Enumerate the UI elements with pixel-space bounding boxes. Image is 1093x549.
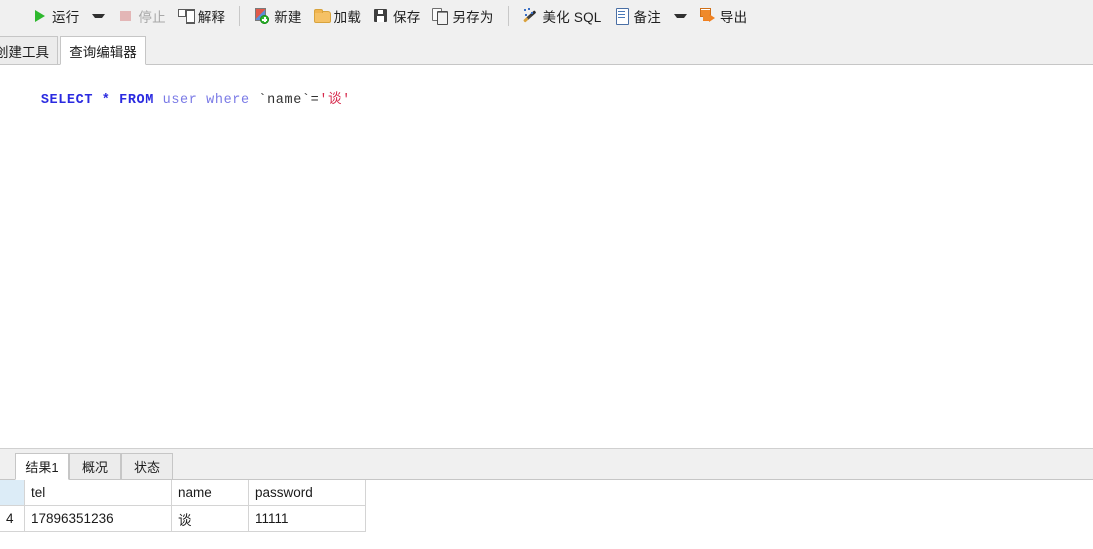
main-toolbar: 运行 停止 解释 新建 加载 保存 另存为 美化 SQL 备注 导出 bbox=[0, 0, 1093, 32]
save-as-button[interactable]: 另存为 bbox=[427, 3, 498, 29]
save-button[interactable]: 保存 bbox=[368, 3, 425, 29]
column-header-password[interactable]: password bbox=[248, 480, 366, 506]
note-button-label: 备注 bbox=[633, 10, 661, 25]
tab-query-editor-label: 查询编辑器 bbox=[69, 44, 137, 60]
cell-tel[interactable]: 17896351236 bbox=[24, 505, 172, 532]
play-icon bbox=[32, 8, 48, 24]
result-table-header: tel name password bbox=[0, 480, 366, 506]
column-header-name[interactable]: name bbox=[171, 480, 249, 506]
result-table-body: 4 17896351236 谈 11111 bbox=[0, 505, 366, 532]
tab-create-tool[interactable]: 创建工具 bbox=[0, 36, 58, 65]
sql-space-3 bbox=[154, 93, 163, 108]
tab-status[interactable]: 状态 bbox=[121, 453, 173, 480]
sql-token-column: `name` bbox=[258, 93, 311, 108]
sql-token-string: '谈' bbox=[319, 93, 351, 108]
folder-open-icon bbox=[313, 8, 331, 24]
tab-profile[interactable]: 概况 bbox=[69, 453, 121, 480]
stop-button-label: 停止 bbox=[138, 10, 166, 25]
top-tab-strip: 创建工具 查询编辑器 bbox=[0, 32, 1093, 65]
sql-token-from: FROM bbox=[119, 93, 154, 108]
save-as-button-label: 另存为 bbox=[452, 10, 494, 25]
tab-result1[interactable]: 结果1 bbox=[15, 453, 69, 480]
stop-square-icon bbox=[118, 8, 134, 24]
note-dropdown-caret-icon[interactable] bbox=[673, 14, 687, 18]
result-grid[interactable]: tel name password 4 17896351236 谈 11111 bbox=[0, 480, 1093, 549]
table-header-row: tel name password bbox=[0, 480, 366, 506]
tab-profile-label: 概况 bbox=[81, 460, 108, 475]
copy-pages-icon bbox=[432, 8, 449, 25]
result-tab-strip: 结果1 概况 状态 bbox=[0, 451, 1093, 480]
sql-space-1 bbox=[93, 93, 102, 108]
tab-create-tool-label: 创建工具 bbox=[0, 44, 49, 60]
column-header-tel[interactable]: tel bbox=[24, 480, 172, 506]
sql-token-table: user bbox=[162, 93, 198, 108]
cell-password[interactable]: 11111 bbox=[248, 505, 366, 532]
explain-plan-icon bbox=[177, 8, 195, 24]
row-header-corner[interactable] bbox=[0, 480, 25, 506]
sql-token-select: SELECT bbox=[40, 93, 94, 108]
new-button[interactable]: 新建 bbox=[249, 3, 306, 29]
sql-space-2 bbox=[110, 93, 119, 108]
sql-space-4 bbox=[197, 93, 206, 108]
toolbar-separator-1 bbox=[239, 6, 241, 26]
sql-token-where: where bbox=[206, 93, 250, 108]
export-arrow-icon bbox=[699, 8, 716, 24]
load-button-label: 加载 bbox=[333, 10, 362, 25]
export-button[interactable]: 导出 bbox=[695, 3, 752, 29]
tab-query-editor[interactable]: 查询编辑器 bbox=[60, 36, 146, 65]
run-button-label: 运行 bbox=[52, 10, 80, 25]
tab-result1-label: 结果1 bbox=[25, 460, 59, 475]
sql-statement-line[interactable]: SELECT * FROM user where `name`='谈' bbox=[6, 74, 351, 128]
note-button[interactable]: 备注 bbox=[609, 3, 666, 29]
sql-editor-area[interactable]: SELECT * FROM user where `name`='谈' bbox=[0, 65, 1093, 448]
table-row[interactable]: 4 17896351236 谈 11111 bbox=[0, 505, 366, 532]
new-document-icon bbox=[254, 8, 270, 24]
magic-wand-icon bbox=[523, 8, 539, 24]
row-number-cell[interactable]: 4 bbox=[0, 505, 25, 532]
floppy-disk-icon bbox=[373, 8, 389, 24]
result-table: tel name password 4 17896351236 谈 11111 bbox=[0, 480, 366, 532]
run-dropdown-caret-icon[interactable] bbox=[92, 14, 106, 18]
beautify-sql-button[interactable]: 美化 SQL bbox=[518, 3, 607, 29]
new-button-label: 新建 bbox=[274, 10, 302, 25]
beautify-sql-button-label: 美化 SQL bbox=[542, 10, 602, 25]
load-button[interactable]: 加载 bbox=[309, 3, 366, 29]
sql-token-operator: = bbox=[310, 93, 320, 108]
note-document-icon bbox=[614, 8, 630, 25]
toolbar-separator-2 bbox=[507, 6, 509, 26]
export-button-label: 导出 bbox=[719, 10, 748, 25]
explain-button[interactable]: 解释 bbox=[173, 3, 230, 29]
explain-button-label: 解释 bbox=[197, 10, 226, 25]
tab-status-label: 状态 bbox=[133, 460, 160, 475]
stop-button[interactable]: 停止 bbox=[113, 3, 170, 29]
cell-name[interactable]: 谈 bbox=[171, 505, 249, 532]
save-button-label: 保存 bbox=[393, 10, 421, 25]
run-button[interactable]: 运行 bbox=[27, 3, 84, 29]
